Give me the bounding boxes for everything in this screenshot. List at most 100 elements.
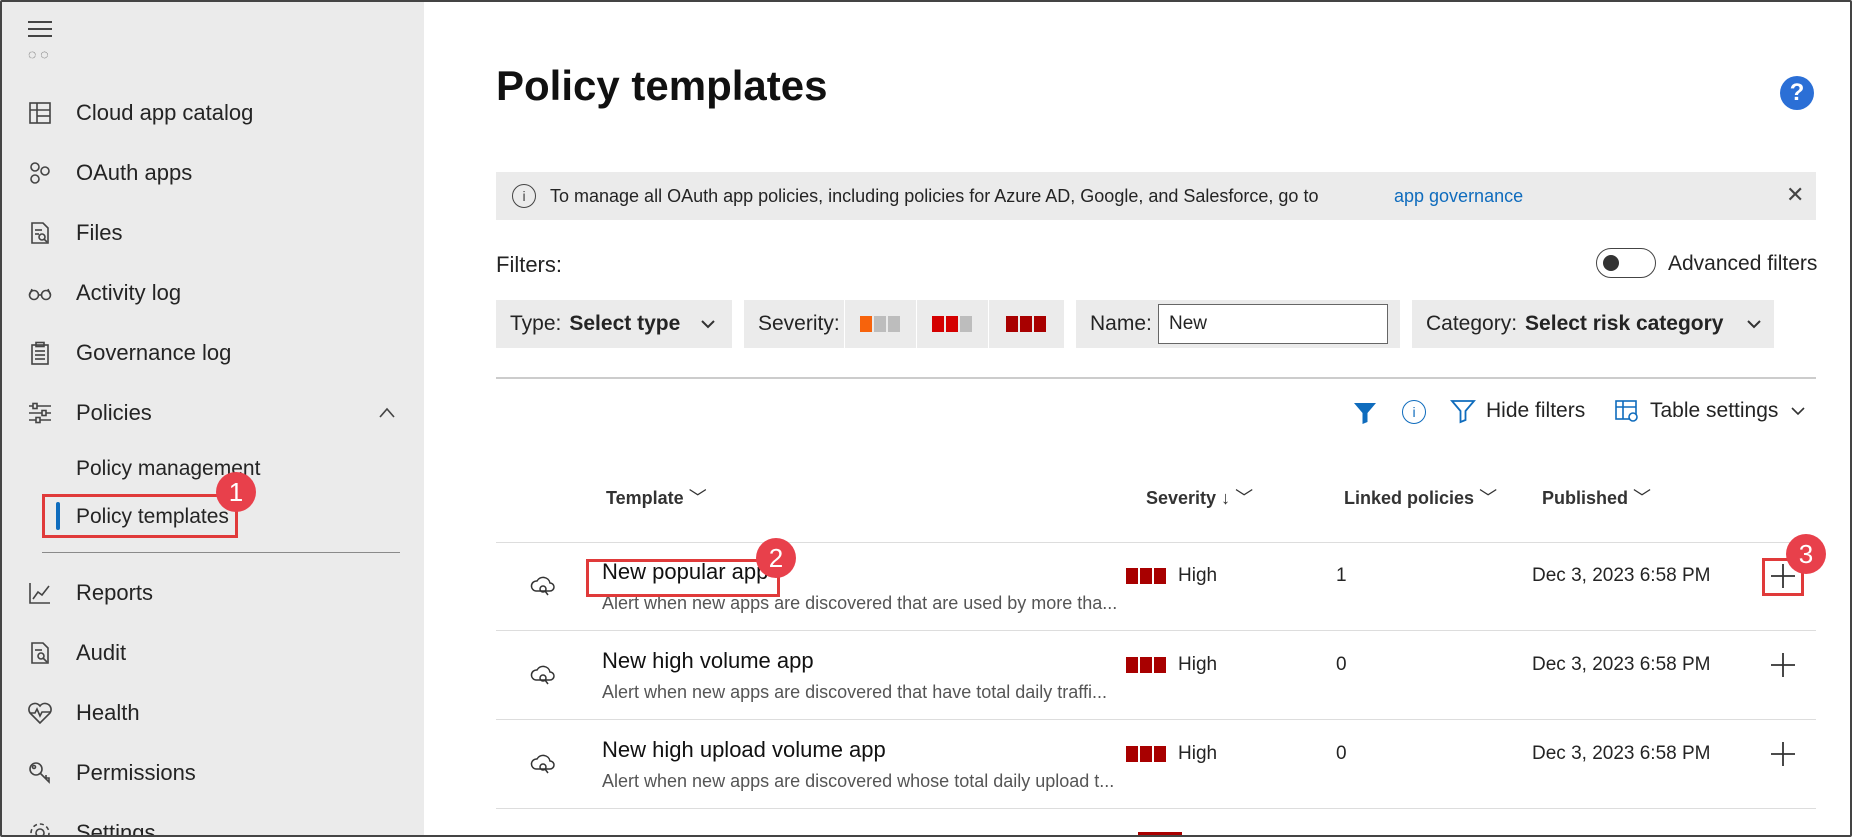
severity-square [1140, 746, 1152, 762]
sidebar-item-label: Reports [76, 580, 154, 605]
name-filter-input[interactable]: New [1158, 304, 1388, 344]
sort-down-icon: ↓ [1221, 488, 1231, 508]
template-description: Alert when new apps are discovered whose… [602, 771, 1115, 791]
help-icon[interactable]: ? [1780, 76, 1814, 110]
column-header-published[interactable]: Published ﹀ [1542, 484, 1651, 510]
chevron-down-icon: ﹀ [688, 488, 707, 508]
audit-icon [26, 639, 54, 667]
glasses-icon [26, 279, 54, 307]
linked-policies-count: 0 [1336, 743, 1347, 764]
filter-active-icon[interactable] [1352, 400, 1378, 426]
template-title[interactable]: New high upload volume app [602, 737, 886, 763]
sidebar-item-partial[interactable]: ◌ ◌ [24, 46, 284, 60]
heart-icon [26, 699, 54, 727]
chart-line-icon [26, 579, 54, 607]
severity-square [1019, 316, 1032, 332]
chevron-down-icon: ﹀ [1633, 488, 1652, 508]
advanced-filters-toggle[interactable] [1596, 248, 1656, 278]
column-header-linked-policies[interactable]: Linked policies ﹀ [1344, 484, 1497, 510]
hide-filters-button[interactable]: Hide filters [1450, 398, 1585, 424]
severity-square [873, 316, 886, 332]
close-icon[interactable]: ✕ [1786, 182, 1804, 208]
severity-low-chip[interactable] [844, 300, 916, 348]
severity-square [1140, 568, 1152, 584]
sidebar-item-label: Health [76, 700, 140, 725]
template-title[interactable]: New high volume app [602, 648, 814, 674]
severity-label: High [1178, 654, 1218, 675]
info-message: To manage all OAuth app policies, includ… [550, 186, 1319, 206]
linked-policies-count: 0 [1336, 654, 1347, 675]
sidebar-divider [42, 552, 400, 553]
sidebar-item-health[interactable]: Health [2, 688, 424, 738]
category-filter-key: Category: [1426, 312, 1518, 335]
sidebar-item-label: Cloud app catalog [76, 100, 254, 125]
partial-icon: ◌ ◌ [28, 46, 49, 60]
sidebar-item-audit[interactable]: Audit [2, 628, 424, 678]
sidebar-item-label: Audit [76, 640, 127, 665]
severity-square [931, 316, 944, 332]
table-settings-button[interactable]: Table settings [1614, 398, 1806, 424]
table-toolbar: i Hide filters Table settings [424, 398, 1850, 428]
severity-indicator: High [1126, 565, 1217, 587]
chevron-down-icon: ﹀ [1479, 488, 1498, 508]
filters-separator [496, 377, 1816, 379]
sidebar-item-label: Files [76, 220, 123, 245]
add-policy-icon[interactable] [1768, 650, 1798, 680]
sidebar-item-label: Policies [76, 400, 152, 425]
severity-indicator: High [1126, 654, 1217, 676]
sidebar-item-settings[interactable]: Settings [2, 808, 424, 835]
severity-label: High [1178, 743, 1218, 764]
chevron-down-icon [1791, 407, 1805, 416]
clipboard-icon [26, 339, 54, 367]
table-row[interactable]: New high upload volume app Alert when ne… [496, 721, 1816, 809]
linked-policies-count: 1 [1336, 565, 1347, 586]
cloud-discovery-icon [530, 754, 555, 774]
app-governance-link[interactable]: app governance [1394, 186, 1523, 207]
column-header-template[interactable]: Template ﹀ [606, 484, 707, 510]
table-row[interactable]: New high volume app Alert when new apps … [496, 632, 1816, 720]
severity-high-chip[interactable] [988, 300, 1064, 348]
severity-square [1005, 316, 1018, 332]
sidebar-item-files[interactable]: Files [2, 208, 424, 258]
sidebar-item-cloud-app-catalog[interactable]: Cloud app catalog [2, 88, 424, 138]
severity-square [887, 316, 900, 332]
severity-indicator: High [1126, 743, 1217, 765]
hamburger-menu-icon[interactable] [28, 21, 52, 41]
info-banner: i To manage all OAuth app policies, incl… [496, 172, 1816, 220]
category-filter-value: Select risk category [1525, 312, 1724, 335]
table-settings-label: Table settings [1650, 399, 1779, 422]
gear-icon [26, 819, 54, 835]
sidebar-item-permissions[interactable]: Permissions [2, 748, 424, 798]
severity-square [1140, 657, 1152, 673]
sidebar-item-policies[interactable]: Policies [2, 388, 424, 438]
severity-square [1154, 657, 1166, 673]
category-filter-dropdown[interactable]: Category: Select risk category [1412, 300, 1774, 348]
sidebar-item-oauth-apps[interactable]: OAuth apps [2, 148, 424, 198]
catalog-icon [26, 99, 54, 127]
column-header-label: Published [1542, 488, 1629, 508]
chevron-up-icon[interactable] [378, 404, 396, 422]
sidebar-item-activity-log[interactable]: Activity log [2, 268, 424, 318]
published-date: Dec 3, 2023 6:58 PM [1532, 565, 1711, 586]
table-row-partial[interactable] [602, 828, 722, 835]
severity-square [1126, 657, 1138, 673]
app-frame: ◌ ◌ Cloud app catalog OAuth apps Files A… [0, 0, 1852, 837]
chevron-down-icon [1747, 320, 1761, 329]
funnel-icon [1450, 400, 1476, 424]
sidebar-item-reports[interactable]: Reports [2, 568, 424, 618]
sidebar-item-governance-log[interactable]: Governance log [2, 328, 424, 378]
published-date: Dec 3, 2023 6:58 PM [1532, 743, 1711, 764]
chevron-down-icon [701, 320, 715, 329]
column-header-label: Template [606, 488, 684, 508]
severity-square [859, 316, 872, 332]
severity-medium-chip[interactable] [916, 300, 988, 348]
severity-square [959, 316, 972, 332]
severity-indicator-partial [1138, 832, 1182, 835]
sidebar-item-label: Governance log [76, 340, 232, 365]
cloud-discovery-icon [530, 576, 555, 596]
annotation-box-2 [586, 559, 780, 597]
info-icon[interactable]: i [1402, 400, 1426, 424]
column-header-severity[interactable]: Severity ↓ ﹀ [1146, 484, 1253, 510]
type-filter-dropdown[interactable]: Type: Select type [496, 300, 732, 348]
add-policy-icon[interactable] [1768, 739, 1798, 769]
